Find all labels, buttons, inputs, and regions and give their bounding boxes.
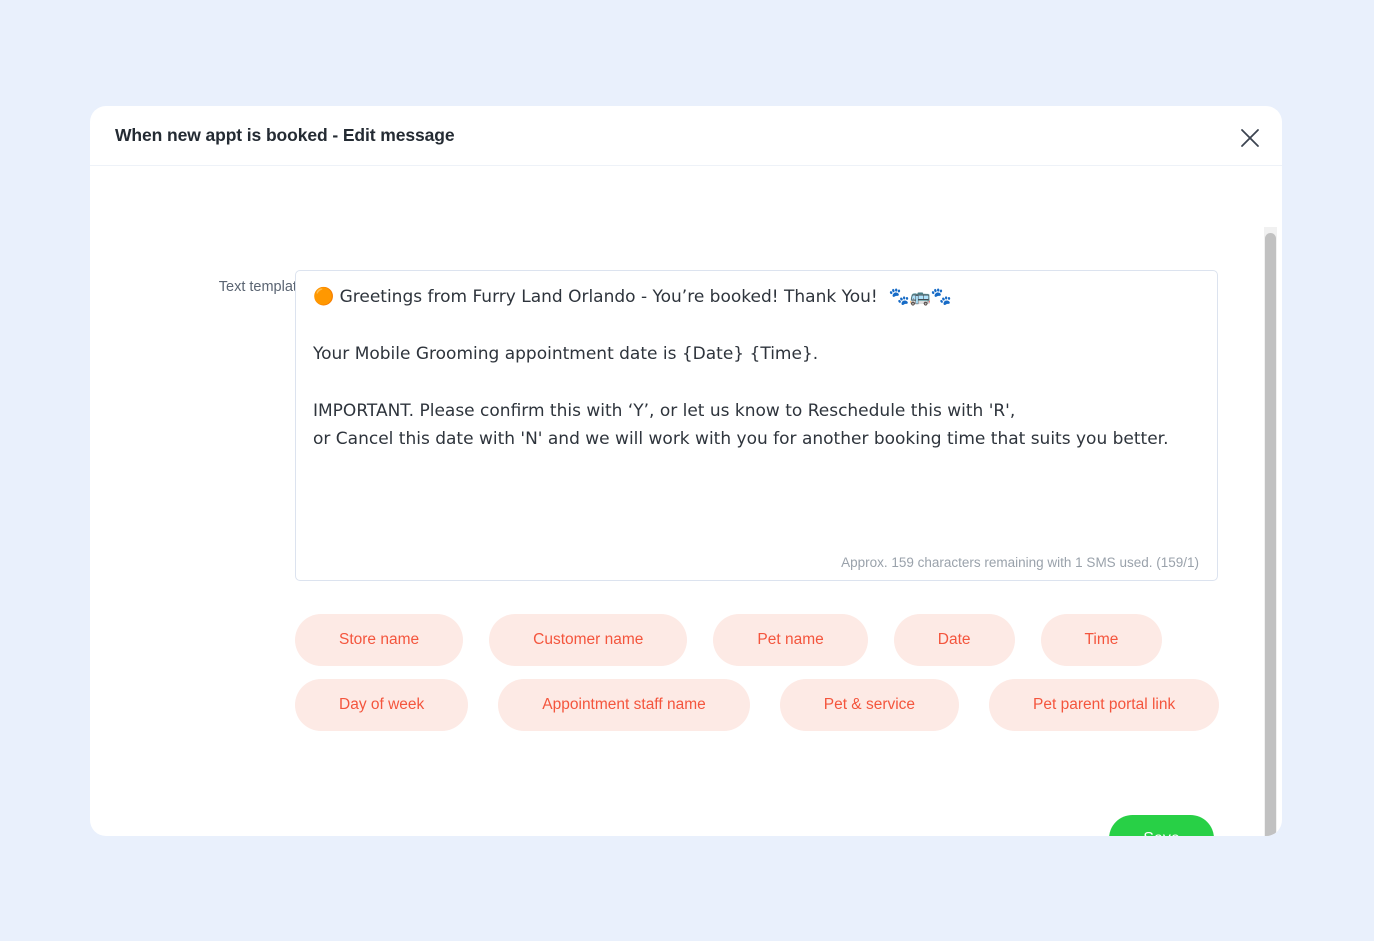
text-template-input[interactable]: 🟠 Greetings from Furry Land Orlando - Yo…: [295, 270, 1218, 581]
save-button[interactable]: Save: [1109, 815, 1214, 836]
character-counter: Approx. 159 characters remaining with 1 …: [841, 555, 1199, 570]
edit-message-modal: When new appt is booked - Edit message T…: [90, 106, 1282, 836]
token-chip-customer-name[interactable]: Customer name: [489, 614, 688, 666]
close-x-icon: [1239, 127, 1261, 149]
token-chip-time[interactable]: Time: [1040, 614, 1163, 666]
modal-header: When new appt is booked - Edit message: [90, 106, 1282, 166]
modal-body: Text template 🟠 Greetings from Furry Lan…: [90, 166, 1282, 836]
token-chip-row-2: Day of week Appointment staff name Pet &…: [295, 679, 1225, 731]
token-chip-appointment-staff-name[interactable]: Appointment staff name: [498, 679, 750, 731]
modal-scrollbar-thumb[interactable]: [1265, 233, 1276, 836]
token-chip-group: Store name Customer name Pet name Date T…: [295, 614, 1225, 731]
token-chip-pet-name[interactable]: Pet name: [713, 614, 868, 666]
token-chip-date[interactable]: Date: [893, 614, 1015, 666]
token-chip-row-1: Store name Customer name Pet name Date T…: [295, 614, 1225, 666]
token-chip-day-of-week[interactable]: Day of week: [295, 679, 469, 731]
modal-scrollbar-track[interactable]: [1264, 227, 1277, 836]
text-template-value: 🟠 Greetings from Furry Land Orlando - Yo…: [313, 287, 1169, 449]
token-chip-store-name[interactable]: Store name: [295, 614, 464, 666]
text-template-label: Text template: [218, 279, 305, 295]
page-background: When new appt is booked - Edit message T…: [0, 0, 1374, 941]
token-chip-pet-and-service[interactable]: Pet & service: [779, 679, 960, 731]
modal-title: When new appt is booked - Edit message: [115, 125, 455, 145]
token-chip-pet-parent-portal-link[interactable]: Pet parent portal link: [989, 679, 1220, 731]
close-button[interactable]: [1235, 123, 1265, 153]
